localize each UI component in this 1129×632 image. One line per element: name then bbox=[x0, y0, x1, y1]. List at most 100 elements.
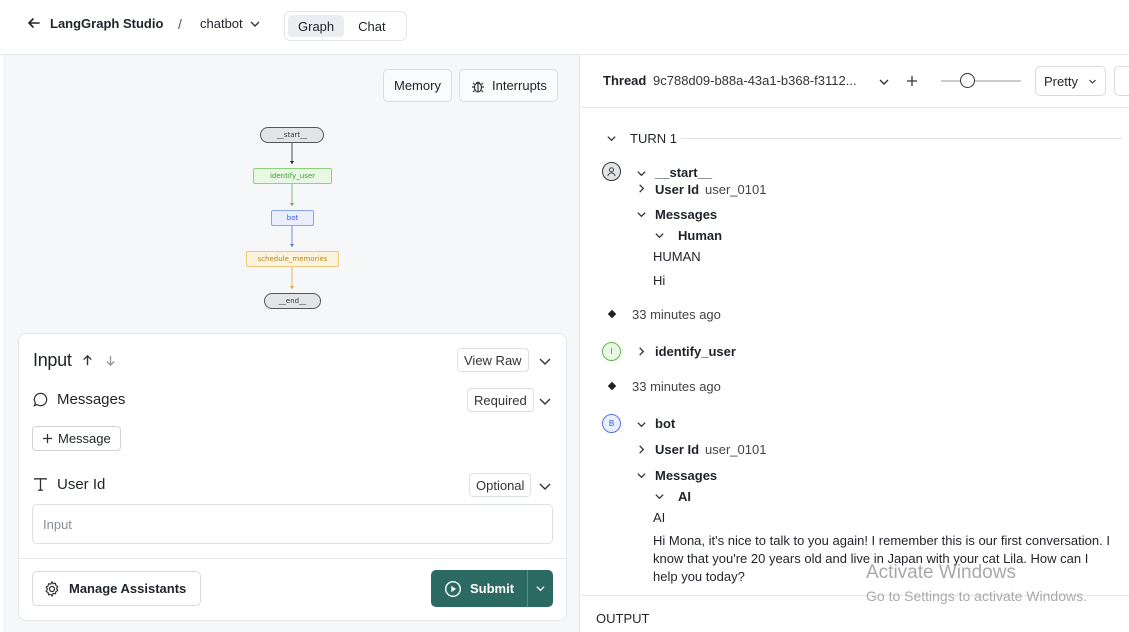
chevron-down-icon[interactable] bbox=[636, 168, 647, 179]
node-identify-user-label: identify_user bbox=[655, 344, 736, 359]
tab-chat[interactable]: Chat bbox=[348, 15, 395, 37]
chevron-down-icon[interactable] bbox=[636, 419, 647, 430]
arrow-up-icon[interactable] bbox=[80, 353, 95, 368]
plus-icon[interactable] bbox=[906, 75, 918, 87]
app-title: LangGraph Studio bbox=[50, 15, 164, 31]
human-message: Hi bbox=[653, 273, 666, 288]
play-circle-icon bbox=[444, 580, 462, 597]
graph-diagram: __start__ identify_user bot schedule_mem… bbox=[233, 120, 353, 320]
arrow-down-icon[interactable] bbox=[103, 353, 118, 368]
chevron-right-icon[interactable] bbox=[636, 183, 647, 194]
diamond-icon bbox=[607, 381, 617, 391]
view-mode-select[interactable]: Pretty bbox=[1035, 66, 1106, 96]
submit-options-button[interactable] bbox=[528, 583, 553, 594]
chevron-down-icon[interactable] bbox=[636, 209, 647, 220]
input-title-row: Input bbox=[33, 350, 118, 371]
arrow-left-icon bbox=[28, 18, 40, 28]
breadcrumb-separator: / bbox=[178, 16, 182, 32]
submit-button[interactable]: Submit bbox=[431, 570, 528, 607]
identify-user-avatar: I bbox=[602, 342, 621, 361]
node-start[interactable]: __start__ bbox=[260, 127, 324, 143]
chevron-down-icon[interactable] bbox=[654, 230, 665, 241]
gear-icon bbox=[45, 580, 59, 597]
interrupts-button-label: Interrupts bbox=[492, 78, 547, 93]
user-id-key: User Id bbox=[655, 442, 700, 457]
chevron-down-icon bbox=[250, 21, 260, 27]
bot-avatar: B bbox=[602, 414, 621, 433]
text-type-icon bbox=[34, 478, 47, 491]
top-bar: LangGraph Studio / chatbot Graph Chat bbox=[0, 0, 1129, 55]
node-end[interactable]: __end__ bbox=[264, 293, 321, 309]
optional-badge: Optional bbox=[469, 473, 532, 497]
view-toggle: Graph Chat bbox=[284, 11, 407, 41]
person-icon bbox=[602, 162, 621, 181]
human-header: Human bbox=[678, 228, 723, 243]
interrupts-button[interactable]: Interrupts bbox=[459, 69, 558, 102]
thread-id-selector[interactable]: 9c788d09-b88a-43a1-b368-f3112... bbox=[653, 73, 857, 88]
bug-icon bbox=[472, 81, 484, 93]
output-label: OUTPUT bbox=[596, 611, 650, 626]
slider-track[interactable] bbox=[941, 80, 1021, 82]
tab-graph[interactable]: Graph bbox=[288, 15, 345, 37]
back-button[interactable]: LangGraph Studio bbox=[26, 15, 163, 31]
view-raw-button[interactable]: View Raw bbox=[457, 348, 529, 372]
activate-windows-watermark: Activate Windows Go to Settings to activ… bbox=[866, 562, 1087, 604]
manage-assistants-label: Manage Assistants bbox=[69, 581, 187, 596]
watermark-subtitle: Go to Settings to activate Windows. bbox=[866, 588, 1087, 604]
thread-pane: Thread 9c788d09-b88a-43a1-b368-f3112... … bbox=[581, 55, 1129, 632]
chevron-down-icon[interactable] bbox=[538, 354, 552, 368]
panel-divider bbox=[19, 558, 566, 559]
thread-label: Thread bbox=[603, 73, 647, 88]
chevron-down-icon[interactable] bbox=[538, 479, 552, 493]
chevron-down-icon[interactable] bbox=[878, 76, 890, 88]
thread-bar: Thread 9c788d09-b88a-43a1-b368-f3112... … bbox=[581, 55, 1129, 108]
watermark-title: Activate Windows bbox=[866, 562, 1016, 583]
messages-label: Messages bbox=[57, 391, 126, 408]
human-type: HUMAN bbox=[653, 249, 701, 264]
plus-icon bbox=[42, 433, 53, 444]
messages-key: Messages bbox=[655, 207, 718, 222]
messages-field-label: Messages bbox=[32, 391, 125, 408]
node-schedule-memories[interactable]: schedule_memories bbox=[246, 251, 339, 267]
messages-key: Messages bbox=[655, 468, 718, 483]
chevron-down-icon[interactable] bbox=[606, 133, 617, 144]
add-message-button[interactable]: Message bbox=[32, 426, 121, 451]
chevron-down-icon[interactable] bbox=[538, 394, 552, 408]
user-id-value: user_0101 bbox=[705, 182, 767, 197]
submit-button-group: Submit bbox=[431, 570, 553, 607]
view-mode-label: Pretty bbox=[1044, 73, 1078, 89]
required-badge: Required bbox=[467, 388, 534, 412]
ai-type: AI bbox=[653, 510, 666, 525]
node-bot[interactable]: bot bbox=[271, 210, 314, 226]
user-id-label: User Id bbox=[57, 476, 106, 493]
chevron-down-icon[interactable] bbox=[654, 491, 665, 502]
manage-assistants-button[interactable]: Manage Assistants bbox=[32, 571, 202, 606]
chevron-down-icon bbox=[536, 586, 545, 592]
submit-label: Submit bbox=[470, 581, 515, 596]
node-bot-label: bot bbox=[655, 416, 676, 431]
user-id-field-label: User Id bbox=[32, 476, 105, 493]
add-message-label: Message bbox=[58, 431, 111, 446]
user-id-key: User Id bbox=[655, 182, 700, 197]
chevron-right-icon[interactable] bbox=[636, 444, 647, 455]
database-icon[interactable] bbox=[1114, 66, 1129, 96]
input-title: Input bbox=[33, 350, 72, 370]
project-selector[interactable]: chatbot bbox=[200, 16, 261, 31]
timestamp: 33 minutes ago bbox=[632, 307, 721, 322]
node-identify-user[interactable]: identify_user bbox=[253, 168, 332, 184]
user-id-value: user_0101 bbox=[705, 442, 767, 457]
user-id-input[interactable]: Input bbox=[32, 504, 553, 544]
project-name: chatbot bbox=[200, 16, 243, 31]
speech-bubble-icon bbox=[33, 392, 48, 407]
node-start-label: __start__ bbox=[655, 165, 713, 180]
turn-label: TURN 1 bbox=[630, 131, 677, 146]
chevron-down-icon[interactable] bbox=[636, 470, 647, 481]
timestamp: 33 minutes ago bbox=[632, 379, 721, 394]
diamond-icon bbox=[607, 309, 617, 319]
ai-header: AI bbox=[678, 489, 691, 504]
memory-button[interactable]: Memory bbox=[383, 69, 452, 102]
graph-pane: Memory Interrupts __start__ identify_use… bbox=[3, 55, 580, 632]
input-panel: Input View Raw Messages Required Message… bbox=[18, 333, 567, 621]
slider-handle[interactable] bbox=[960, 73, 975, 88]
chevron-right-icon[interactable] bbox=[636, 346, 647, 357]
